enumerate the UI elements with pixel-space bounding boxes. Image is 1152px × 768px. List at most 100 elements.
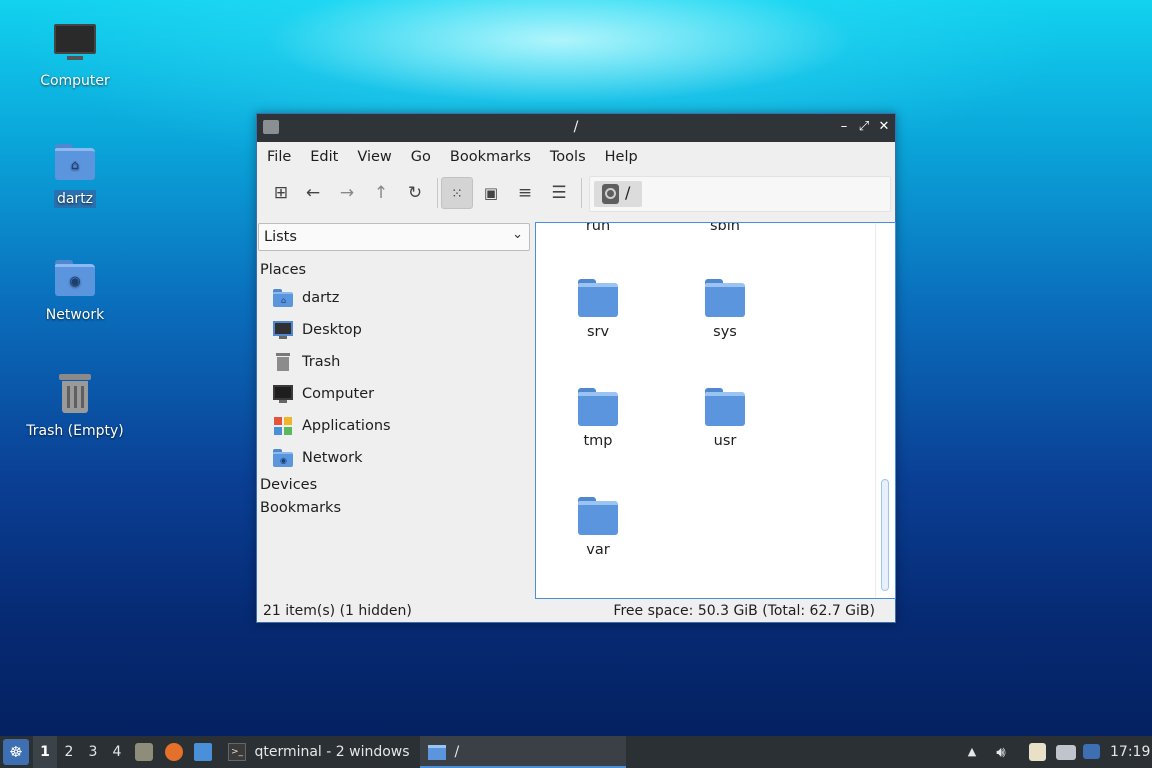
- section-devices[interactable]: Devices: [260, 477, 317, 493]
- home-folder-icon: ⌂: [53, 140, 97, 184]
- place-label: Network: [302, 450, 363, 466]
- thumbnail-view-icon[interactable]: ▣: [475, 177, 507, 209]
- side-pane-mode-select[interactable]: Lists ⌄: [258, 223, 530, 251]
- new-tab-icon[interactable]: ⊞: [265, 177, 297, 209]
- desktop-icon-label: Trash (Empty): [26, 423, 124, 439]
- toolbar: ⊞ ← → ↑ ↻ ⁙ ▣ ≡ ☰ /: [257, 172, 895, 214]
- workspace-1[interactable]: 1: [33, 736, 57, 768]
- place-desktop[interactable]: Desktop: [273, 316, 362, 344]
- forward-arrow-icon[interactable]: →: [331, 177, 363, 209]
- desktop-icon-trash[interactable]: Trash (Empty): [20, 372, 130, 440]
- section-bookmarks[interactable]: Bookmarks: [260, 500, 341, 516]
- scroll-track: [875, 223, 876, 598]
- compact-view-icon[interactable]: ≡: [509, 177, 541, 209]
- menu-go[interactable]: Go: [405, 149, 444, 165]
- place-applications[interactable]: Applications: [273, 412, 391, 440]
- menu-tools[interactable]: Tools: [544, 149, 599, 165]
- menu-help[interactable]: Help: [599, 149, 651, 165]
- desktop-show-icon[interactable]: [194, 743, 212, 761]
- folder-icon: [704, 279, 746, 319]
- toolbar-separator: [437, 178, 438, 208]
- reload-icon[interactable]: ↻: [399, 177, 431, 209]
- tray-arrow-icon[interactable]: ▲: [963, 736, 981, 768]
- file-item-run[interactable]: run: [548, 222, 648, 234]
- task-label: qterminal - 2 windows: [254, 744, 410, 760]
- icon-view-icon[interactable]: ⁙: [441, 177, 473, 209]
- file-name: run: [585, 222, 611, 234]
- path-root-label: /: [625, 183, 631, 202]
- drive-icon: [602, 184, 619, 204]
- file-name: sys: [713, 324, 737, 340]
- place-label: Desktop: [302, 322, 362, 338]
- maximize-button[interactable]: ⤢: [855, 118, 873, 136]
- file-name: var: [586, 542, 610, 558]
- terminal-icon: >_: [228, 743, 246, 761]
- side-pane: Lists ⌄ Places ⌂ dartz Desktop Trash Com…: [257, 216, 535, 598]
- path-root-button[interactable]: /: [594, 181, 642, 207]
- file-item-srv[interactable]: srv: [548, 279, 648, 340]
- file-item-usr[interactable]: usr: [675, 388, 775, 449]
- trash-icon: [53, 372, 97, 416]
- menu-file[interactable]: File: [261, 149, 304, 165]
- title-bar[interactable]: / – ⤢ ✕: [257, 114, 895, 142]
- place-computer[interactable]: Computer: [273, 380, 374, 408]
- chevron-down-icon: ⌄: [512, 227, 523, 242]
- clipboard-icon[interactable]: [1029, 743, 1046, 761]
- trash-icon: [273, 353, 293, 371]
- desktop-icon-label: dartz: [53, 190, 97, 208]
- back-arrow-icon[interactable]: ←: [297, 177, 329, 209]
- place-label: Computer: [302, 386, 375, 402]
- file-item-sys[interactable]: sys: [675, 279, 775, 340]
- file-name: tmp: [583, 433, 613, 449]
- start-menu-icon[interactable]: ☸: [3, 739, 29, 765]
- desktop-icon-home[interactable]: ⌂ dartz: [20, 140, 130, 208]
- menu-view[interactable]: View: [351, 149, 404, 165]
- volume-icon[interactable]: 🔊︎: [990, 736, 1012, 768]
- applications-icon: [273, 417, 293, 435]
- desktop-icon-network[interactable]: ◉ Network: [20, 256, 130, 324]
- file-manager-window: / – ⤢ ✕ File Edit View Go Bookmarks Tool…: [256, 113, 896, 623]
- path-bar[interactable]: /: [589, 176, 891, 212]
- folder-icon: [428, 744, 446, 760]
- close-button[interactable]: ✕: [875, 118, 893, 136]
- computer-icon: [53, 22, 97, 66]
- file-item-sbin[interactable]: sbin: [675, 223, 775, 234]
- menu-bookmarks[interactable]: Bookmarks: [444, 149, 544, 165]
- task-qterminal[interactable]: >_ qterminal - 2 windows: [220, 736, 418, 768]
- toolbar-separator: [581, 178, 582, 208]
- side-pane-mode-value: Lists: [264, 229, 297, 245]
- firefox-icon[interactable]: [165, 743, 183, 761]
- network-icon[interactable]: [1056, 745, 1076, 760]
- clock[interactable]: 17:19: [1110, 736, 1150, 768]
- menu-bar: File Edit View Go Bookmarks Tools Help: [257, 142, 895, 172]
- free-space: Free space: 50.3 GiB (Total: 62.7 GiB): [613, 603, 875, 619]
- item-count: 21 item(s) (1 hidden): [263, 603, 412, 619]
- file-view[interactable]: run sbin srv sys tmp usr var: [535, 222, 896, 599]
- workspace-3[interactable]: 3: [81, 736, 105, 768]
- vertical-scrollbar[interactable]: [881, 479, 889, 591]
- place-trash[interactable]: Trash: [273, 348, 340, 376]
- detailed-list-icon[interactable]: ☰: [543, 177, 575, 209]
- minimize-button[interactable]: –: [835, 118, 853, 136]
- section-places[interactable]: Places: [260, 262, 306, 278]
- task-file-manager[interactable]: /: [420, 736, 626, 768]
- place-dartz[interactable]: ⌂ dartz: [273, 284, 339, 312]
- update-notifier-icon[interactable]: [1083, 744, 1100, 759]
- menu-edit[interactable]: Edit: [304, 149, 351, 165]
- status-bar: 21 item(s) (1 hidden) Free space: 50.3 G…: [257, 600, 895, 622]
- task-label: /: [454, 744, 460, 760]
- folder-icon: [704, 388, 746, 428]
- up-arrow-icon[interactable]: ↑: [365, 177, 397, 209]
- file-manager-icon[interactable]: [135, 743, 153, 761]
- place-network[interactable]: ◉ Network: [273, 444, 363, 472]
- file-name: usr: [713, 433, 737, 449]
- folder-icon: [577, 388, 619, 428]
- network-folder-icon: ◉: [53, 256, 97, 300]
- file-name: srv: [586, 324, 610, 340]
- place-label: dartz: [302, 290, 340, 306]
- file-item-var[interactable]: var: [548, 497, 648, 558]
- desktop-icon-computer[interactable]: Computer: [20, 22, 130, 90]
- workspace-2[interactable]: 2: [57, 736, 81, 768]
- workspace-4[interactable]: 4: [105, 736, 129, 768]
- file-item-tmp[interactable]: tmp: [548, 388, 648, 449]
